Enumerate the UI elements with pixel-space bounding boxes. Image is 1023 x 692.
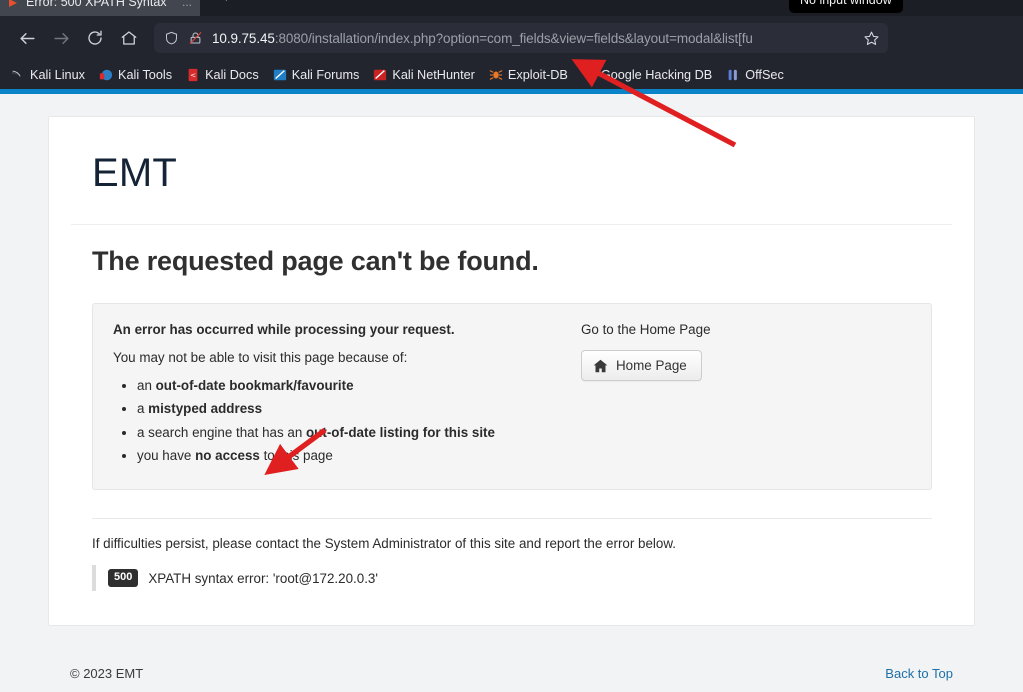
back-button[interactable] — [10, 21, 44, 55]
status-badge: 500 — [108, 569, 139, 587]
bookmark-label: Kali Docs — [205, 67, 259, 82]
bookmark-exploit-db[interactable]: Exploit-DB — [482, 65, 575, 85]
bookmarks-bar: Kali Linux Kali Tools < Kali Docs Kali F… — [0, 60, 1023, 89]
page-footer: © 2023 EMT Back to Top — [48, 646, 975, 686]
accent-strip — [0, 89, 1023, 94]
home-button[interactable] — [112, 21, 146, 55]
url-bar[interactable]: 10.9.75.45:8080/installation/index.php?o… — [154, 23, 888, 53]
site-brand: EMT — [92, 151, 178, 195]
bookmark-kali-tools[interactable]: Kali Tools — [92, 65, 179, 85]
error-panel-right: Go to the Home Page Home Page — [571, 322, 911, 467]
persist-text: If difficulties persist, please contact … — [92, 536, 677, 552]
reload-button[interactable] — [78, 21, 112, 55]
svg-text:<: < — [190, 71, 196, 79]
bookmark-kali-forums[interactable]: Kali Forums — [266, 65, 367, 85]
bookmark-kali-docs[interactable]: < Kali Docs — [179, 65, 266, 85]
bookmark-label: Kali Tools — [118, 67, 173, 82]
kali-forums-icon — [273, 68, 287, 82]
browser-chrome: Error: 500 XPATH Syntax ... + No input w… — [0, 0, 1023, 94]
bookmark-kali-nethunter[interactable]: Kali NetHunter — [366, 65, 482, 85]
offsec-icon — [726, 68, 740, 82]
reload-icon — [88, 30, 102, 45]
error-favicon-icon — [8, 0, 20, 8]
error-panel-lead: You may not be able to visit this page b… — [113, 350, 408, 365]
error-reasons-list: an out-of-date bookmark/favourite a mist… — [113, 374, 571, 467]
tab-overflow-ellipsis: ... — [181, 0, 192, 9]
lock-slash-icon[interactable] — [188, 30, 203, 46]
page-title: The requested page can't be found. — [92, 246, 539, 276]
reason-strong: out-of-date listing for this site — [306, 424, 495, 440]
kali-docs-icon: < — [186, 68, 200, 82]
shield-icon[interactable] — [164, 30, 179, 46]
bookmark-label: Kali Linux — [30, 67, 86, 82]
reason-post: to this page — [259, 447, 333, 463]
bookmark-label: OffSec — [745, 67, 784, 82]
error-panel-left: An error has occurred while processing y… — [113, 322, 571, 467]
home-page-button[interactable]: Home Page — [581, 350, 702, 381]
home-page-button-label: Home Page — [616, 358, 687, 373]
star-icon[interactable] — [863, 30, 880, 47]
detail-divider — [92, 518, 932, 520]
list-item: an out-of-date bookmark/favourite — [137, 374, 571, 397]
error-message: XPATH syntax error: 'root@172.20.0.3' — [148, 570, 378, 586]
content-card: EMT The requested page can't be found. A… — [48, 116, 975, 626]
home-icon — [593, 359, 608, 373]
new-tab-button[interactable]: + — [222, 0, 231, 5]
list-item: a search engine that has an out-of-date … — [137, 421, 571, 444]
bookmark-kali-linux[interactable]: Kali Linux — [4, 65, 92, 85]
reason-pre: an — [137, 378, 156, 393]
reason-pre: a search engine that has an — [137, 424, 306, 440]
list-item: you have no access to this page — [137, 444, 571, 467]
error-panel: An error has occurred while processing y… — [92, 303, 932, 491]
url-path: :8080/installation/index.php?option=com_… — [274, 30, 753, 46]
no-input-window-tooltip: No input window — [789, 0, 903, 13]
bookmark-label: Google Hacking DB — [600, 67, 713, 82]
tab-title: Error: 500 XPATH Syntax — [26, 0, 167, 9]
browser-tab[interactable]: Error: 500 XPATH Syntax ... — [0, 0, 200, 16]
home-page-label: Go to the Home Page — [581, 322, 711, 337]
error-panel-title: An error has occurred while processing y… — [113, 322, 455, 337]
reason-strong: no access — [195, 447, 260, 463]
bookmark-google-hacking-db[interactable]: Google Hacking DB — [575, 65, 719, 85]
bookmark-offsec[interactable]: OffSec — [719, 65, 791, 85]
reason-pre: you have — [137, 447, 196, 463]
bookmark-label: Kali Forums — [291, 67, 360, 82]
reason-strong: out-of-date bookmark/favourite — [155, 378, 354, 393]
kali-dragon-glyph — [11, 70, 21, 77]
list-item: a mistyped address — [137, 397, 571, 420]
google-hacking-db-icon — [582, 68, 596, 82]
exploit-db-spider-icon — [489, 68, 503, 82]
kali-nethunter-icon — [373, 68, 387, 82]
url-text[interactable]: 10.9.75.45:8080/installation/index.php?o… — [212, 31, 854, 46]
reason-pre: a — [137, 401, 149, 417]
bookmark-label: Kali NetHunter — [392, 67, 475, 82]
arrow-right-icon — [53, 32, 69, 44]
error-blockquote: 500 XPATH syntax error: 'root@172.20.0.3… — [92, 565, 932, 591]
arrow-left-icon — [19, 32, 35, 44]
copyright-text: © 2023 EMT — [70, 666, 144, 682]
forward-button[interactable] — [44, 21, 78, 55]
home-icon — [121, 31, 137, 45]
navigation-toolbar: 10.9.75.45:8080/installation/index.php?o… — [0, 16, 1023, 60]
kali-dragon-icon — [11, 68, 25, 82]
bookmark-label: Exploit-DB — [507, 67, 568, 82]
error-detail-section: If difficulties persist, please contact … — [92, 518, 932, 591]
url-host: 10.9.75.45 — [212, 30, 275, 46]
back-to-top-link[interactable]: Back to Top — [885, 666, 953, 681]
page-body: EMT The requested page can't be found. A… — [0, 116, 1023, 692]
reason-strong: mistyped address — [148, 401, 263, 417]
kali-tools-icon — [99, 68, 113, 82]
brand-divider — [71, 224, 952, 225]
